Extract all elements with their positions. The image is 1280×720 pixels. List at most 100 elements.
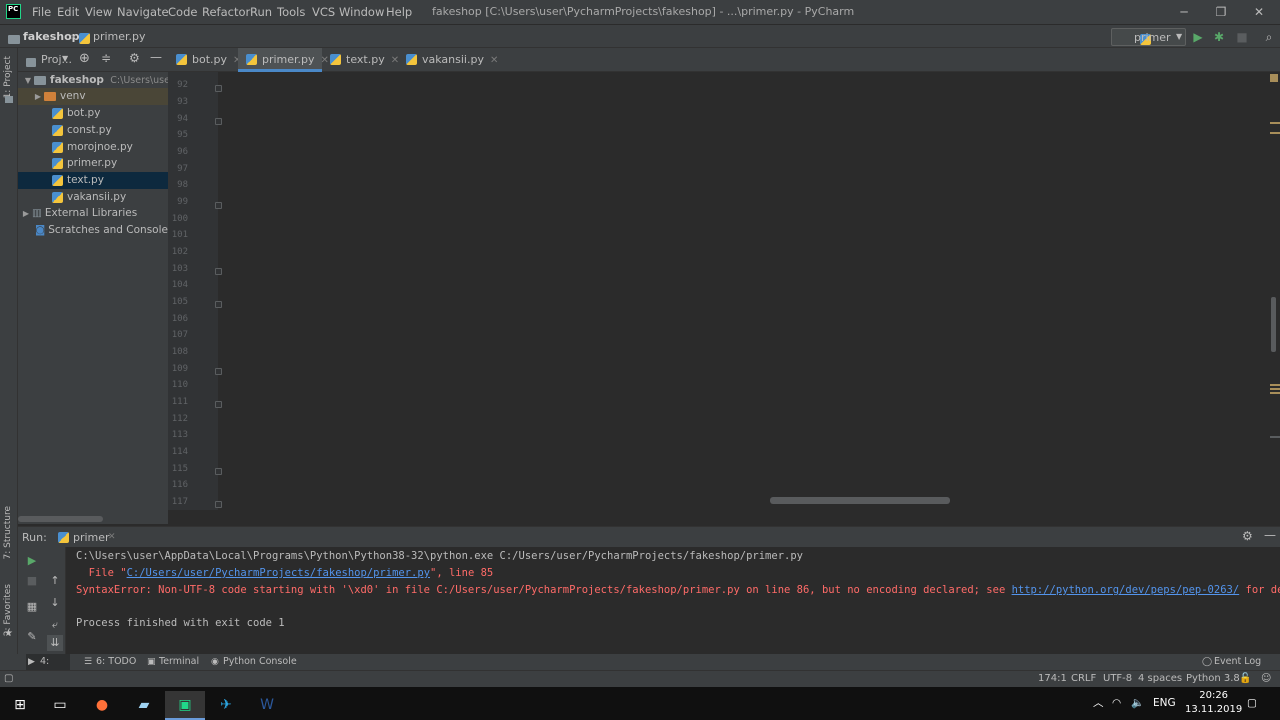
pep-link[interactable]: http://python.org/dev/peps/pep-0263/ (1012, 584, 1240, 596)
code-editor[interactable]: 92 93 94 95 96 97 98 99 100 101 102 103 … (168, 72, 1280, 510)
menu-tools[interactable]: Tools (277, 0, 305, 24)
debug-icon[interactable]: ✱ (1211, 29, 1227, 45)
fold-marker-icon[interactable] (215, 202, 222, 209)
menu-view[interactable]: View (85, 0, 112, 24)
close-icon[interactable]: ✕ (1242, 0, 1276, 24)
stripe-marker[interactable] (1270, 392, 1280, 394)
collapse-all-icon[interactable]: ≑ (101, 51, 111, 65)
scroll-up-icon[interactable]: ↑ (47, 573, 63, 589)
fold-marker-icon[interactable] (215, 501, 222, 508)
tree-item-scratches[interactable]: ◙ Scratches and Consoles (18, 222, 168, 239)
dropdown-arrow-icon[interactable]: ▼ (62, 54, 68, 63)
stripe-marker[interactable] (1270, 388, 1280, 390)
fold-marker-icon[interactable] (215, 85, 222, 92)
volume-icon[interactable]: 🔈 (1131, 687, 1144, 720)
scroll-down-icon[interactable]: ↓ (47, 595, 63, 611)
fold-marker-icon[interactable] (215, 401, 222, 408)
tool-tab-event-log[interactable]: ◯ Event Log (1200, 654, 1261, 670)
stop-icon[interactable]: ■ (24, 573, 40, 589)
line-separator[interactable]: CRLF (1071, 671, 1096, 687)
fold-marker-icon[interactable] (215, 468, 222, 475)
run-icon[interactable]: ▶ (1190, 29, 1206, 45)
structure-tool-tab[interactable]: 7: Structure (3, 506, 13, 560)
tool-tab-terminal[interactable]: ▣ Terminal (145, 654, 199, 670)
pin-icon[interactable]: ✎ (24, 629, 40, 645)
telegram-icon[interactable]: ✈ (206, 691, 246, 720)
fold-marker-icon[interactable] (215, 368, 222, 375)
gear-icon[interactable]: ⚙ (1242, 529, 1253, 543)
menu-refactor[interactable]: Refactor (202, 0, 250, 24)
language-indicator[interactable]: ENG (1153, 687, 1176, 720)
menu-code[interactable]: Code (168, 0, 197, 24)
menu-help[interactable]: Help (386, 0, 412, 24)
menu-edit[interactable]: Edit (57, 0, 79, 24)
tab-bot[interactable]: bot.py✕ (168, 48, 241, 72)
lock-icon[interactable]: 🔓 (1239, 671, 1251, 687)
close-tab-icon[interactable]: ✕ (108, 532, 116, 542)
hide-panel-icon[interactable]: — (150, 50, 162, 64)
pycharm-taskbar-icon[interactable]: ▣ (165, 691, 205, 720)
tree-item-const[interactable]: const.py (18, 122, 168, 139)
traceback-file-link[interactable]: C:/Users/user/PycharmProjects/fakeshop/p… (127, 567, 430, 579)
tree-item-primer[interactable]: primer.py (18, 155, 168, 172)
indent-setting[interactable]: 4 spaces (1138, 671, 1182, 687)
rerun-icon[interactable]: ▶ (24, 553, 40, 569)
file-encoding[interactable]: UTF-8 (1103, 671, 1132, 687)
tree-item-bot[interactable]: bot.py (18, 105, 168, 122)
stop-icon[interactable]: ■ (1234, 29, 1250, 45)
run-tab-primer[interactable]: primer (73, 531, 110, 544)
tool-tab-run[interactable]: ▶4: Run (26, 654, 70, 683)
tree-item-vakansii[interactable]: vakansii.py (18, 189, 168, 206)
tree-item-external-libraries[interactable]: ▶ ▥ External Libraries (18, 205, 168, 222)
minimize-icon[interactable]: ─ (1167, 0, 1201, 24)
close-tab-icon[interactable]: ✕ (490, 55, 498, 66)
interpreter-selector[interactable]: Python 3.8 (1186, 671, 1240, 687)
fold-marker-icon[interactable] (215, 118, 222, 125)
scroll-to-end-icon[interactable]: ⇊ (47, 635, 63, 651)
error-stripe[interactable] (1267, 72, 1280, 510)
menu-navigate[interactable]: Navigate (117, 0, 169, 24)
restore-icon[interactable]: ❐ (1204, 0, 1238, 24)
tree-item-text[interactable]: text.py (18, 172, 168, 189)
clock[interactable]: 20:26 13.11.2019 (1185, 689, 1242, 717)
menu-file[interactable]: File (32, 0, 51, 24)
horizontal-scrollbar[interactable] (770, 497, 950, 504)
breadcrumb-file[interactable]: primer.py (93, 25, 146, 48)
gear-icon[interactable]: ⚙ (129, 51, 140, 65)
fold-marker-icon[interactable] (215, 301, 222, 308)
tab-text[interactable]: text.py ✕ (322, 48, 399, 72)
firefox-icon[interactable]: ● (82, 691, 122, 720)
notepad-icon[interactable]: ▰ (124, 691, 164, 720)
tray-expand-icon[interactable]: ︿ (1093, 687, 1104, 720)
tool-tab-python-console[interactable]: ◉ Python Console (209, 654, 297, 670)
hide-panel-icon[interactable]: — (1264, 528, 1276, 542)
tree-root[interactable]: ▼ fakeshop C:\Users\user\Py (18, 72, 168, 89)
stripe-marker[interactable] (1270, 384, 1280, 386)
tree-item-venv[interactable]: ▶ venv (18, 88, 168, 105)
tree-item-morojnoe[interactable]: morojnoe.py (18, 139, 168, 156)
warning-marker-icon[interactable] (1270, 74, 1278, 82)
restore-layout-icon[interactable]: ▦ (24, 599, 40, 615)
inspector-icon[interactable]: ☺ (1261, 671, 1271, 687)
tab-vakansii[interactable]: vakansii.py ✕ (398, 48, 498, 72)
soft-wrap-icon[interactable]: ⤶ (47, 617, 63, 633)
project-tool-tab[interactable]: 1: Project (3, 56, 13, 98)
menu-vcs[interactable]: VCS (312, 0, 335, 24)
notifications-icon[interactable]: ▢ (1247, 687, 1257, 720)
word-icon[interactable]: W (247, 691, 287, 720)
caret-position[interactable]: 174:1 (1038, 671, 1067, 687)
windows-start-icon[interactable]: ⊞ (0, 691, 40, 720)
vertical-scrollbar[interactable] (1271, 297, 1276, 352)
locate-icon[interactable]: ⊕ (79, 51, 90, 66)
fold-marker-icon[interactable] (215, 268, 222, 275)
task-view-icon[interactable]: ▭ (40, 691, 80, 720)
stripe-marker[interactable] (1270, 132, 1280, 134)
stripe-marker[interactable] (1270, 436, 1280, 438)
network-icon[interactable]: ◠ (1112, 687, 1121, 720)
run-config-selector[interactable]: primer ▼ (1111, 28, 1186, 46)
tool-tab-todo[interactable]: ☰ 6: TODO (82, 654, 136, 670)
menu-window[interactable]: Window (339, 0, 384, 24)
horizontal-scrollbar[interactable] (18, 516, 103, 522)
layout-toggle-icon[interactable]: ▢ (4, 671, 13, 687)
stripe-marker[interactable] (1270, 122, 1280, 124)
